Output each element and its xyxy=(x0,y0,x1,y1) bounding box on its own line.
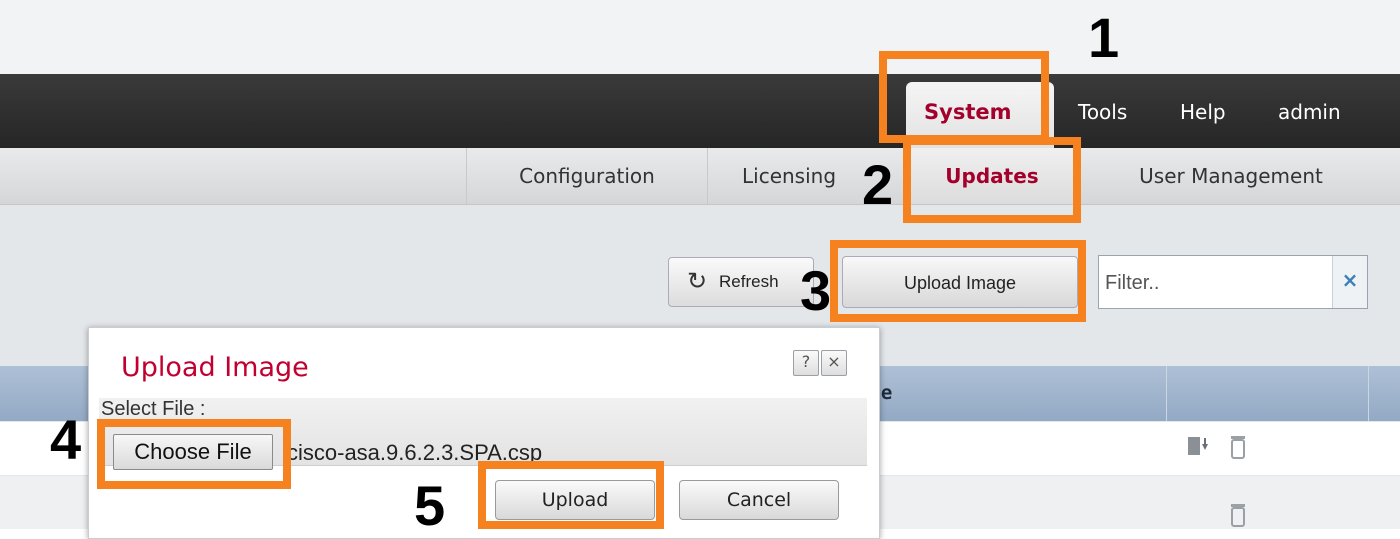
help-icon[interactable]: ? xyxy=(793,350,819,376)
select-file-label: Select File : xyxy=(101,398,206,420)
dialog-title: Upload Image xyxy=(121,352,309,383)
nav-user-admin[interactable]: admin xyxy=(1278,100,1341,124)
highlight-step2 xyxy=(903,137,1081,223)
highlight-step4 xyxy=(97,419,291,489)
nav-help[interactable]: Help xyxy=(1180,100,1226,124)
tab-configuration[interactable]: Configuration xyxy=(466,148,707,204)
filter-input[interactable] xyxy=(1103,260,1333,306)
column-divider xyxy=(1166,366,1167,421)
column-divider xyxy=(1368,366,1369,421)
refresh-icon: ↻ xyxy=(687,268,708,295)
clear-filter-icon[interactable]: × xyxy=(1332,256,1367,308)
step-number-2: 2 xyxy=(862,153,894,216)
delete-icon[interactable] xyxy=(1228,502,1248,534)
step-number-3: 3 xyxy=(800,259,832,322)
cancel-button[interactable]: Cancel xyxy=(679,480,839,520)
tab-user-management[interactable]: User Management xyxy=(1080,148,1381,204)
close-icon[interactable]: × xyxy=(821,350,847,376)
refresh-label: Refresh xyxy=(719,272,779,291)
highlight-step5 xyxy=(478,461,664,529)
step-number-5: 5 xyxy=(414,474,446,537)
install-icon[interactable] xyxy=(1186,434,1212,466)
highlight-step3 xyxy=(830,240,1086,322)
top-strip xyxy=(0,0,1400,74)
step-number-1: 1 xyxy=(1088,6,1120,69)
filter-box: × xyxy=(1098,255,1368,309)
delete-icon[interactable] xyxy=(1228,434,1248,466)
step-number-4: 4 xyxy=(50,408,82,471)
nav-tools[interactable]: Tools xyxy=(1078,100,1127,124)
highlight-step1 xyxy=(879,51,1049,143)
refresh-button[interactable]: ↻ Refresh xyxy=(668,257,814,307)
